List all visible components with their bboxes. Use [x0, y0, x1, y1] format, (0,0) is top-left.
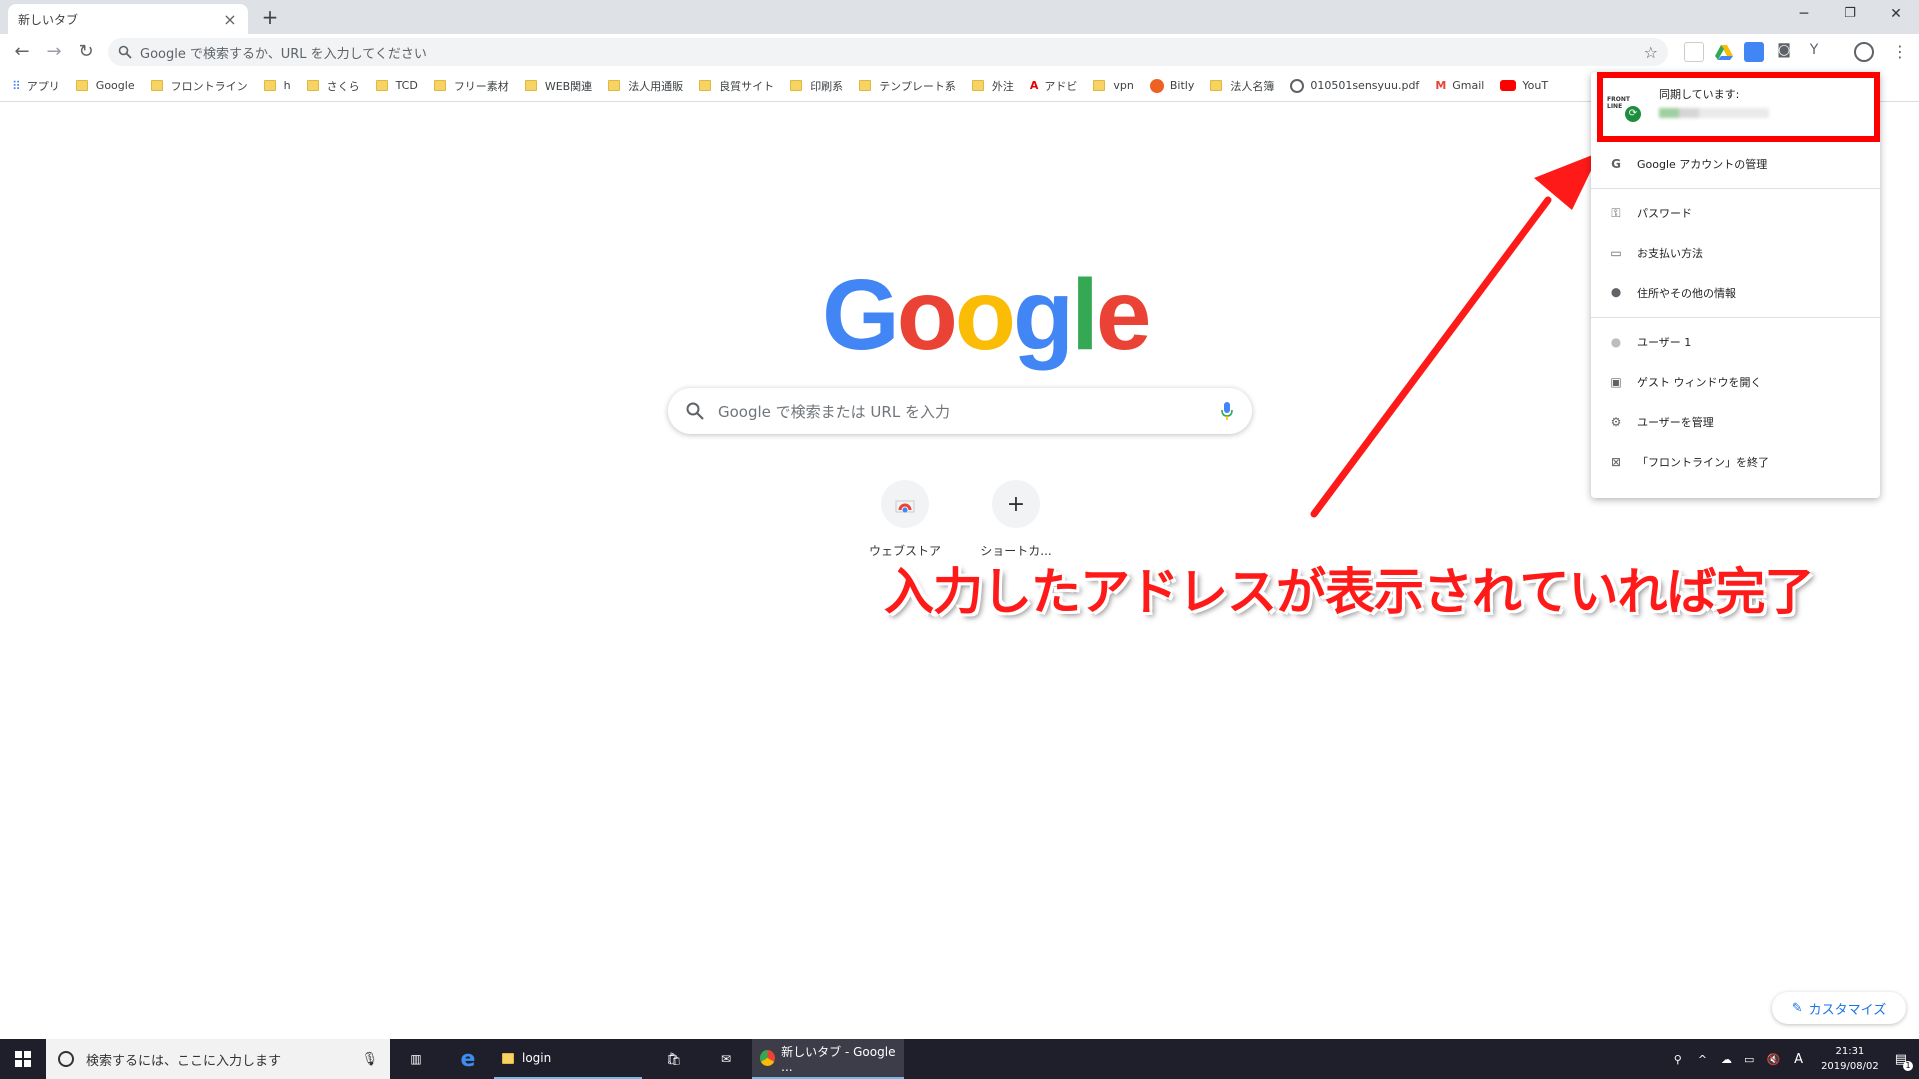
- start-button[interactable]: [0, 1039, 46, 1079]
- network-icon[interactable]: ▭: [1744, 1053, 1754, 1066]
- windows-taskbar: 検索するには、ここに入力します 🎙 ▥ e login 🛍 ✉ 新しいタブ - …: [0, 1039, 1919, 1079]
- menu-divider: [1591, 188, 1880, 189]
- people-icon[interactable]: ⚲: [1674, 1053, 1682, 1066]
- notification-count: 1: [1903, 1060, 1913, 1071]
- task-view-button[interactable]: ▥: [390, 1039, 442, 1079]
- folder-icon: [502, 1052, 514, 1064]
- clock-time: 21:31: [1835, 1046, 1865, 1057]
- menu-divider: [1591, 317, 1880, 318]
- annotation-highlight-box: [1597, 72, 1880, 142]
- annotation-text: 入力したアドレスが表示されていれば完了: [884, 563, 1814, 621]
- taskbar-search-placeholder: 検索するには、ここに入力します: [86, 1053, 282, 1069]
- store-icon: 🛍: [666, 1052, 682, 1066]
- mail-taskbar-button[interactable]: ✉: [700, 1039, 752, 1079]
- clock[interactable]: 21:31 2019/08/02: [1821, 1044, 1879, 1074]
- system-tray: ⚲ ^ ☁ ▭ 🔇 A 21:31 2019/08/02 ▤ 1: [1666, 1039, 1919, 1079]
- clock-date: 2019/08/02: [1821, 1061, 1879, 1072]
- menu-item-exit-profile[interactable]: ⊠ 「フロントライン」を終了: [1591, 442, 1880, 482]
- volume-muted-icon[interactable]: 🔇: [1766, 1053, 1780, 1066]
- cortana-icon: [58, 1051, 74, 1067]
- location-pin-icon: ⬤: [1610, 288, 1622, 298]
- menu-item-passwords[interactable]: ⚿ パスワード: [1591, 193, 1880, 233]
- exit-icon: ⊠: [1610, 455, 1622, 469]
- guest-icon: ▣: [1610, 375, 1622, 389]
- google-icon: G: [1611, 157, 1621, 171]
- explorer-login-button[interactable]: login: [494, 1039, 642, 1079]
- store-taskbar-button[interactable]: 🛍: [648, 1039, 700, 1079]
- menu-item-addresses[interactable]: ⬤ 住所やその他の情報: [1591, 273, 1880, 313]
- menu-item-payment-methods[interactable]: ▭ お支払い方法: [1591, 233, 1880, 273]
- credit-card-icon: ▭: [1610, 246, 1622, 260]
- task-view-icon: ▥: [410, 1052, 422, 1066]
- taskbar-search[interactable]: 検索するには、ここに入力します 🎙: [46, 1039, 390, 1079]
- onedrive-icon[interactable]: ☁: [1721, 1053, 1732, 1066]
- windows-logo-icon: [15, 1051, 31, 1067]
- customize-button[interactable]: ✎ カスタマイズ: [1772, 992, 1906, 1024]
- mail-icon: ✉: [720, 1052, 732, 1066]
- menu-item-manage-account[interactable]: G Google アカウントの管理: [1591, 144, 1880, 184]
- edge-icon: e: [460, 1046, 476, 1072]
- chevron-up-icon[interactable]: ^: [1698, 1053, 1707, 1066]
- chrome-icon: [760, 1050, 776, 1066]
- menu-item-guest-window[interactable]: ▣ ゲスト ウィンドウを開く: [1591, 362, 1880, 402]
- user-avatar-icon: ●: [1610, 335, 1622, 349]
- menu-item-manage-users[interactable]: ⚙ ユーザーを管理: [1591, 402, 1880, 442]
- ime-indicator[interactable]: A: [1794, 1052, 1803, 1067]
- menu-item-user-1[interactable]: ● ユーザー 1: [1591, 322, 1880, 362]
- pencil-icon: ✎: [1791, 1000, 1803, 1016]
- chrome-taskbar-button[interactable]: 新しいタブ - Google ...: [752, 1039, 904, 1079]
- gear-icon: ⚙: [1610, 415, 1622, 429]
- microphone-icon[interactable]: 🎙: [361, 1052, 378, 1067]
- key-icon: ⚿: [1611, 206, 1621, 220]
- notifications-icon[interactable]: ▤ 1: [1895, 1052, 1913, 1071]
- edge-taskbar-button[interactable]: e: [442, 1039, 494, 1079]
